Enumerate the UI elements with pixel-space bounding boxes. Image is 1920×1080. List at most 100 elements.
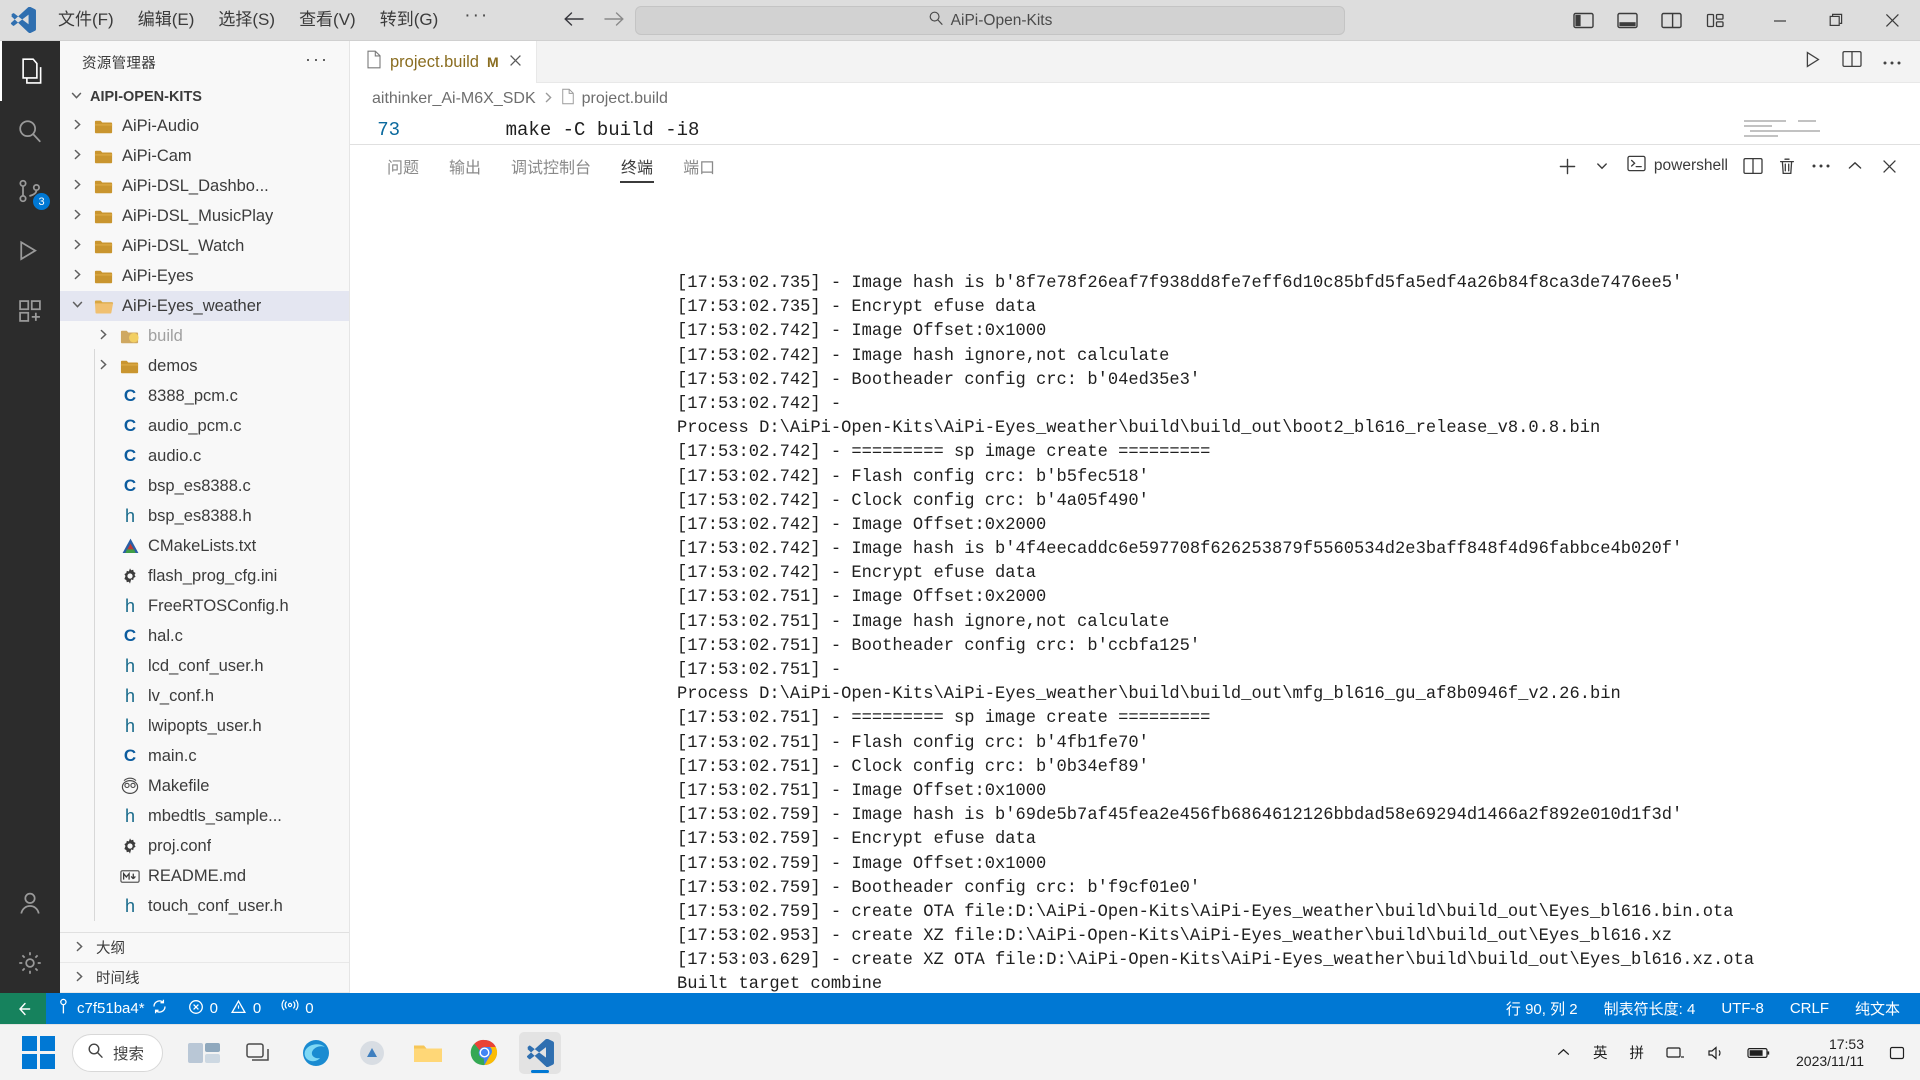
tree-row[interactable]: Cmain.c	[60, 741, 349, 771]
more-actions-icon[interactable]	[1806, 151, 1836, 181]
status-eol[interactable]: CRLF	[1777, 993, 1842, 1024]
customize-layout-icon[interactable]	[1700, 6, 1730, 36]
tree-row[interactable]: AiPi-Audio	[60, 111, 349, 141]
command-center[interactable]: AiPi-Open-Kits	[635, 6, 1345, 35]
panel-tab[interactable]: 问题	[372, 145, 434, 187]
breadcrumb-file[interactable]: project.build	[582, 90, 668, 108]
restore-button[interactable]	[1808, 0, 1864, 41]
section-outline[interactable]: 大纲	[60, 933, 349, 963]
minimap[interactable]	[1738, 115, 1834, 144]
maximize-panel-icon[interactable]	[1840, 151, 1870, 181]
status-indentation[interactable]: 制表符长度: 4	[1591, 993, 1709, 1024]
section-timeline[interactable]: 时间线	[60, 963, 349, 993]
tree-row[interactable]: Chal.c	[60, 621, 349, 651]
more-actions-icon[interactable]: ···	[305, 50, 329, 71]
tree-row[interactable]: AiPi-DSL_Dashbo...	[60, 171, 349, 201]
status-language-mode[interactable]: 纯文本	[1842, 993, 1920, 1024]
tree-row[interactable]: h lwipopts_user.h	[60, 711, 349, 741]
close-panel-icon[interactable]	[1874, 151, 1904, 181]
chevron-up-icon[interactable]	[1551, 1043, 1576, 1062]
arrow-left-icon[interactable]	[563, 9, 585, 31]
tree-row[interactable]: Cbsp_es8388.c	[60, 471, 349, 501]
activity-item-accounts[interactable]	[0, 873, 60, 933]
status-encoding[interactable]: UTF-8	[1708, 993, 1777, 1024]
close-button[interactable]	[1864, 0, 1920, 41]
activity-item-explorer[interactable]	[0, 41, 60, 101]
run-icon[interactable]	[1803, 50, 1822, 74]
toggle-secondary-sidebar-icon[interactable]	[1656, 6, 1686, 36]
trash-icon[interactable]	[1772, 151, 1802, 181]
battery-icon[interactable]	[1742, 1043, 1776, 1063]
menu-edit[interactable]: 编辑(E)	[126, 5, 207, 35]
store-icon[interactable]	[351, 1032, 393, 1074]
tree-row[interactable]: AiPi-Cam	[60, 141, 349, 171]
tree-row[interactable]: build	[60, 321, 349, 351]
menu-go[interactable]: 转到(G)	[368, 5, 451, 35]
remote-window-button[interactable]	[0, 993, 46, 1024]
volume-icon[interactable]	[1702, 1042, 1730, 1064]
terminal-viewport[interactable]: [17:53:02.735] - Image hash is b'8f7e78f…	[350, 187, 1920, 993]
tree-row[interactable]: AiPi-DSL_MusicPlay	[60, 201, 349, 231]
taskbar-search[interactable]: 搜索	[72, 1033, 164, 1072]
menu-view[interactable]: 查看(V)	[287, 5, 368, 35]
tree-row[interactable]: demos	[60, 351, 349, 381]
tree-row[interactable]: h bsp_es8388.h	[60, 501, 349, 531]
status-ports[interactable]: 0	[271, 993, 323, 1024]
chrome-icon[interactable]	[463, 1032, 505, 1074]
split-terminal-icon[interactable]	[1738, 151, 1768, 181]
activity-item-run-and-debug[interactable]	[0, 221, 60, 281]
toggle-panel-icon[interactable]	[1612, 6, 1642, 36]
widgets-icon[interactable]	[183, 1032, 225, 1074]
network-icon[interactable]	[1661, 1042, 1690, 1064]
editor-tab-project-build[interactable]: project.build M	[350, 41, 537, 83]
status-branch[interactable]: c7f51ba4*	[46, 993, 178, 1024]
active-terminal-tab[interactable]: powershell	[1621, 151, 1734, 181]
breadcrumb[interactable]: aithinker_Ai-M6X_SDK project.build	[350, 83, 1920, 115]
menu-file[interactable]: 文件(F)	[46, 5, 126, 35]
arrow-right-icon[interactable]	[603, 9, 625, 31]
tree-row[interactable]: flash_prog_cfg.ini	[60, 561, 349, 591]
file-explorer-icon[interactable]	[407, 1032, 449, 1074]
taskbar-clock[interactable]: 17:53 2023/11/11	[1788, 1036, 1872, 1070]
new-terminal-button[interactable]	[1553, 151, 1583, 181]
status-cursor-position[interactable]: 行 90, 列 2	[1493, 993, 1591, 1024]
menu-more-icon[interactable]: ···	[450, 5, 503, 35]
tree-row[interactable]: h mbedtls_sample...	[60, 801, 349, 831]
tree-row[interactable]: AiPi-DSL_Watch	[60, 231, 349, 261]
tree-row[interactable]: h lcd_conf_user.h	[60, 651, 349, 681]
close-icon[interactable]	[509, 54, 522, 71]
tree-row[interactable]: proj.conf	[60, 831, 349, 861]
file-tree[interactable]: AIPI-OPEN-KITS AiPi-Audio AiPi-Cam AiPi-DS…	[60, 83, 349, 932]
ime-mode-indicator[interactable]: 拼	[1625, 1039, 1650, 1066]
more-actions-icon[interactable]	[1882, 53, 1902, 71]
new-terminal-dropdown-icon[interactable]	[1587, 151, 1617, 181]
editor-scrollbar[interactable]	[1906, 115, 1920, 144]
tree-row[interactable]: Caudio_pcm.c	[60, 411, 349, 441]
ime-language-indicator[interactable]: 英	[1588, 1039, 1613, 1066]
tree-row[interactable]: AiPi-Eyes	[60, 261, 349, 291]
panel-tab[interactable]: 调试控制台	[496, 145, 606, 187]
minimize-button[interactable]	[1752, 0, 1808, 41]
edge-icon[interactable]	[295, 1032, 337, 1074]
toggle-primary-sidebar-icon[interactable]	[1568, 6, 1598, 36]
tree-row[interactable]: h touch_conf_user.h	[60, 891, 349, 921]
panel-tab[interactable]: 输出	[434, 145, 496, 187]
editor-code-strip[interactable]: 73 make -C build -i8	[350, 115, 1920, 144]
menu-bar[interactable]: 文件(F) 编辑(E) 选择(S) 查看(V) 转到(G) ···	[46, 5, 503, 35]
tree-row[interactable]: Makefile	[60, 771, 349, 801]
tree-row[interactable]: Caudio.c	[60, 441, 349, 471]
notification-icon[interactable]	[1884, 1042, 1910, 1064]
tree-row[interactable]: h lv_conf.h	[60, 681, 349, 711]
breadcrumb-folder[interactable]: aithinker_Ai-M6X_SDK	[372, 90, 536, 108]
sync-icon[interactable]	[151, 998, 168, 1019]
menu-selection[interactable]: 选择(S)	[206, 5, 287, 35]
terminal-output[interactable]: [17:53:02.735] - Image hash is b'8f7e78f…	[350, 272, 1754, 993]
vscode-taskbar-icon[interactable]	[519, 1031, 562, 1074]
tree-row[interactable]: README.md	[60, 861, 349, 891]
activity-item-extensions[interactable]	[0, 281, 60, 341]
activity-item-search[interactable]	[0, 101, 60, 161]
activity-item-manage[interactable]	[0, 933, 60, 993]
tree-root-folder[interactable]: AIPI-OPEN-KITS	[60, 83, 349, 111]
tree-row[interactable]: C 8388_pcm.c	[60, 381, 349, 411]
split-editor-icon[interactable]	[1842, 50, 1862, 73]
